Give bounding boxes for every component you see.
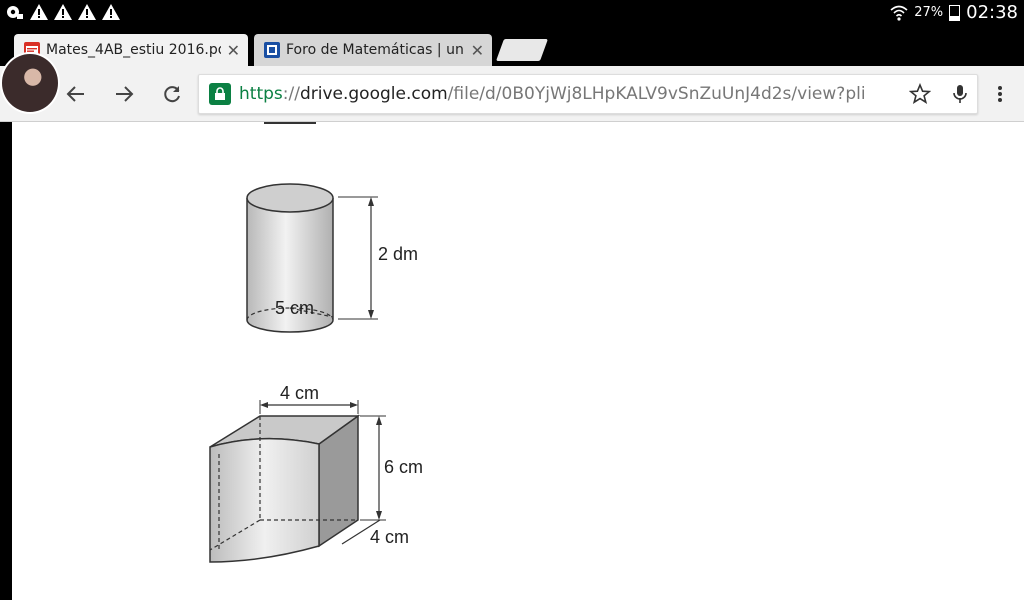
new-tab-button[interactable] [495,39,549,61]
avatar[interactable] [0,52,60,114]
url-scheme: https [239,84,283,104]
microphone-icon [953,85,967,103]
warning-icon [54,4,72,20]
warning-icon [102,4,120,20]
prism-figure: 4 cm 6 cm 4 cm [209,383,423,563]
url-text: https://drive.google.com/file/d/0B0YjWj8… [239,84,899,104]
warning-icon [78,4,96,20]
browser-toolbar: https://drive.google.com/file/d/0B0YjWj8… [0,66,1024,122]
wifi-icon [890,5,908,21]
close-tab-icon[interactable]: ✕ [227,41,240,60]
pdf-page[interactable]: 2 dm 5 cm 4 cm 6 cm 4 cm [12,122,1024,600]
system-status: 27% 02:38 [890,2,1018,23]
cylinder-figure: 2 dm 5 cm [246,183,418,333]
tab-strip: Mates_4AB_estiu 2016.pdf ✕ Foro de Matem… [0,26,1024,66]
battery-percent: 27% [914,5,944,20]
star-icon [909,83,931,104]
more-vert-icon [998,86,1002,102]
cropped-text [264,122,316,124]
address-bar[interactable]: https://drive.google.com/file/d/0B0YjWj8… [198,74,978,114]
url-separator: :// [282,84,300,104]
voice-search-button[interactable] [946,80,974,108]
arrow-right-icon [116,86,134,102]
lock-icon [209,83,231,105]
back-button[interactable] [62,80,90,108]
tab-title: Mates_4AB_estiu 2016.pdf [46,42,221,58]
tab-title: Foro de Matemáticas | un [286,42,464,58]
status-bar: 27% 02:38 [0,0,1024,26]
forward-button[interactable] [110,80,138,108]
reload-icon [164,86,180,103]
warning-icon [30,4,48,20]
reload-button[interactable] [158,80,186,108]
prism-height-label: 6 cm [384,457,423,477]
prism-depth-label: 4 cm [370,527,409,547]
notification-icons [6,3,120,21]
key-notification-icon [7,6,23,19]
close-tab-icon[interactable]: ✕ [471,41,484,60]
geometry-figures: 2 dm 5 cm 4 cm 6 cm 4 cm [209,122,423,563]
forum-icon [264,42,280,58]
cylinder-height-label: 2 dm [378,244,418,264]
url-domain: drive.google.com [299,84,448,104]
content-area: 2 dm 5 cm 4 cm 6 cm 4 cm [0,122,1024,600]
bookmark-button[interactable] [906,80,934,108]
menu-button[interactable] [986,80,1014,108]
url-path: /file/d/0B0YjWj8LHpKALV9vSnZuUnJ4d2s/vie… [447,84,866,104]
arrow-left-icon [66,86,84,102]
battery-icon [949,4,961,21]
prism-top-label: 4 cm [280,383,319,403]
clock: 02:38 [966,2,1018,23]
tab-forum[interactable]: Foro de Matemáticas | un ✕ [254,34,492,66]
cylinder-diameter-label: 5 cm [275,298,314,318]
